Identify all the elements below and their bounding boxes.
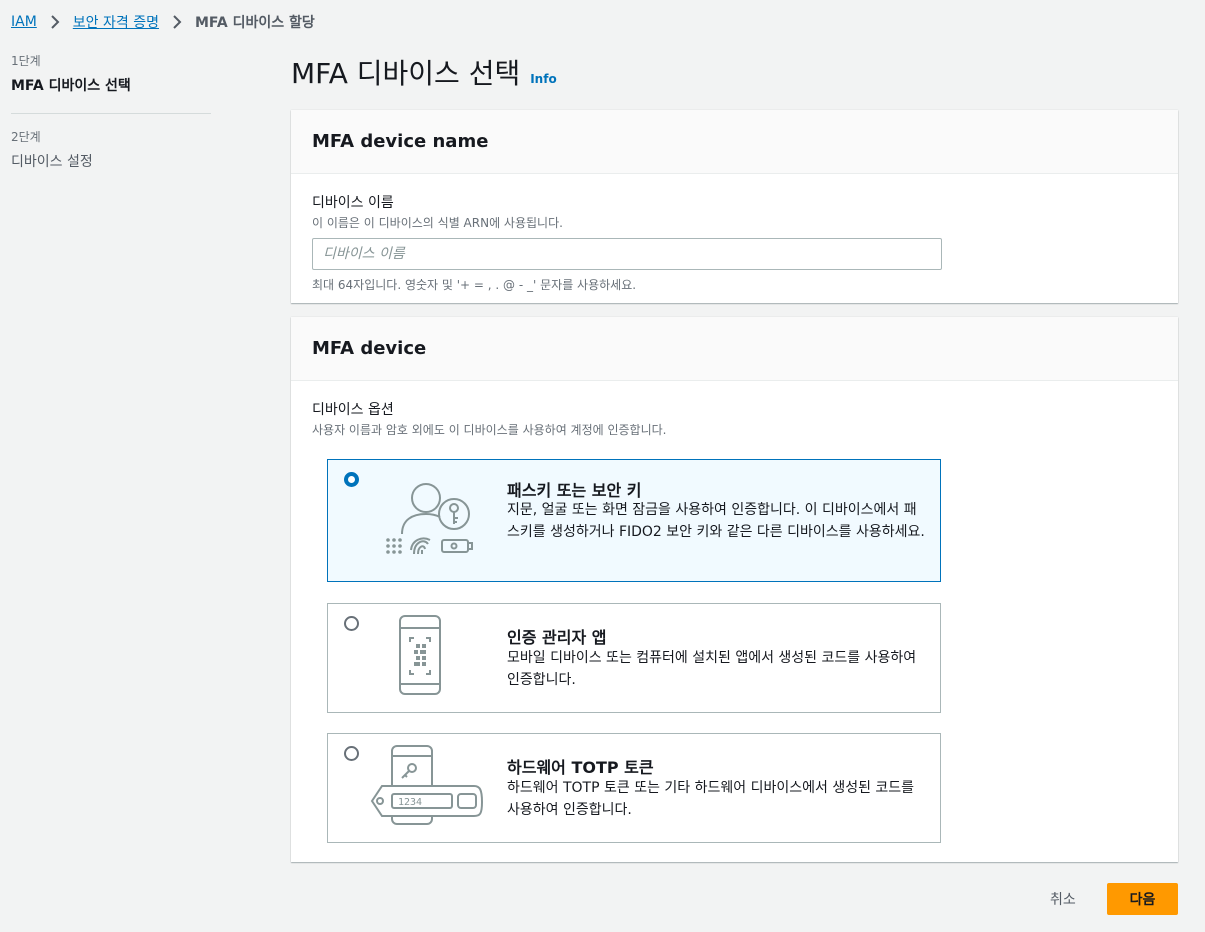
option-description: 지문, 얼굴 또는 화면 잠금을 사용하여 인증합니다. 이 디바이스에서 패스… — [507, 502, 925, 540]
step-title: MFA 디바이스 선택 — [11, 78, 131, 94]
cancel-button[interactable]: 취소 — [1036, 884, 1090, 914]
breadcrumb: IAM 보안 자격 증명 MFA 디바이스 할당 — [11, 12, 315, 32]
panel-title: MFA device — [312, 338, 427, 359]
panel-header: MFA device — [291, 317, 1178, 381]
option-description: 모바일 디바이스 또는 컴퓨터에 설치된 앱에서 생성된 코드를 사용하여 인증… — [507, 650, 917, 688]
wizard-steps: 1단계 MFA 디바이스 선택 2단계 디바이스 설정 — [11, 52, 211, 171]
radio-hardware-token[interactable] — [344, 746, 359, 761]
step-number: 1단계 — [11, 54, 41, 68]
info-link[interactable]: Info — [530, 72, 556, 86]
radio-passkey[interactable] — [344, 472, 359, 487]
option-hardware-token-tile[interactable]: 1234 하드웨어 TOTP 토큰 하드웨어 TOTP 토큰 또는 기타 하드웨… — [327, 733, 941, 843]
passkey-illustration-icon — [386, 483, 473, 555]
page-header: MFA 디바이스 선택 Info — [291, 52, 557, 92]
device-options-description: 사용자 이름과 암호 외에도 이 디바이스를 사용하여 계정에 인증합니다. — [312, 423, 667, 437]
token-display-text: 1234 — [398, 797, 422, 808]
device-options-label: 디바이스 옵션 — [312, 402, 394, 418]
step-1: 1단계 MFA 디바이스 선택 — [11, 52, 211, 95]
step-number: 2단계 — [11, 130, 41, 144]
step-2: 2단계 디바이스 설정 — [11, 128, 211, 171]
radio-authenticator-app[interactable] — [344, 616, 359, 631]
breadcrumb-current: MFA 디바이스 할당 — [194, 15, 315, 31]
panel-body: 디바이스 이름 이 이름은 이 디바이스의 식별 ARN에 사용됩니다. 최대 … — [291, 174, 1178, 311]
device-name-panel: MFA device name 디바이스 이름 이 이름은 이 디바이스의 식별… — [291, 110, 1178, 303]
step-title: 디바이스 설정 — [11, 154, 93, 170]
option-title: 인증 관리자 앱 — [507, 628, 607, 647]
device-name-input[interactable] — [312, 238, 942, 270]
mfa-device-panel: MFA device 디바이스 옵션 사용자 이름과 암호 외에도 이 디바이스… — [291, 317, 1178, 862]
chevron-right-icon — [51, 15, 60, 29]
option-title: 하드웨어 TOTP 토큰 — [507, 758, 654, 777]
option-authenticator-app-tile[interactable]: 인증 관리자 앱 모바일 디바이스 또는 컴퓨터에 설치된 앱에서 생성된 코드… — [327, 603, 941, 713]
option-description: 하드웨어 TOTP 토큰 또는 기타 하드웨어 디바이스에서 생성된 코드를 사… — [507, 780, 915, 818]
breadcrumb-link-iam[interactable]: IAM — [11, 14, 37, 30]
chevron-right-icon — [173, 15, 182, 29]
hardware-token-illustration-icon: 1234 — [370, 745, 484, 825]
option-passkey-tile[interactable]: 패스키 또는 보안 키 지문, 얼굴 또는 화면 잠금을 사용하여 인증합니다.… — [327, 459, 941, 582]
next-button[interactable]: 다음 — [1107, 883, 1178, 915]
step-divider — [11, 113, 211, 114]
device-name-description: 이 이름은 이 디바이스의 식별 ARN에 사용됩니다. — [312, 216, 563, 230]
option-title: 패스키 또는 보안 키 — [507, 481, 642, 500]
device-name-constraint: 최대 64자입니다. 영숫자 및 '+ = , . @ - _' 문자를 사용하… — [312, 278, 637, 292]
panel-body: 디바이스 옵션 사용자 이름과 암호 외에도 이 디바이스를 사용하여 계정에 … — [291, 381, 1178, 456]
authenticator-app-illustration-icon — [399, 615, 441, 695]
panel-title: MFA device name — [312, 131, 489, 152]
device-name-label: 디바이스 이름 — [312, 195, 394, 211]
page-title: MFA 디바이스 선택 — [291, 57, 521, 90]
breadcrumb-link-security-credentials[interactable]: 보안 자격 증명 — [73, 12, 159, 32]
panel-header: MFA device name — [291, 110, 1178, 174]
